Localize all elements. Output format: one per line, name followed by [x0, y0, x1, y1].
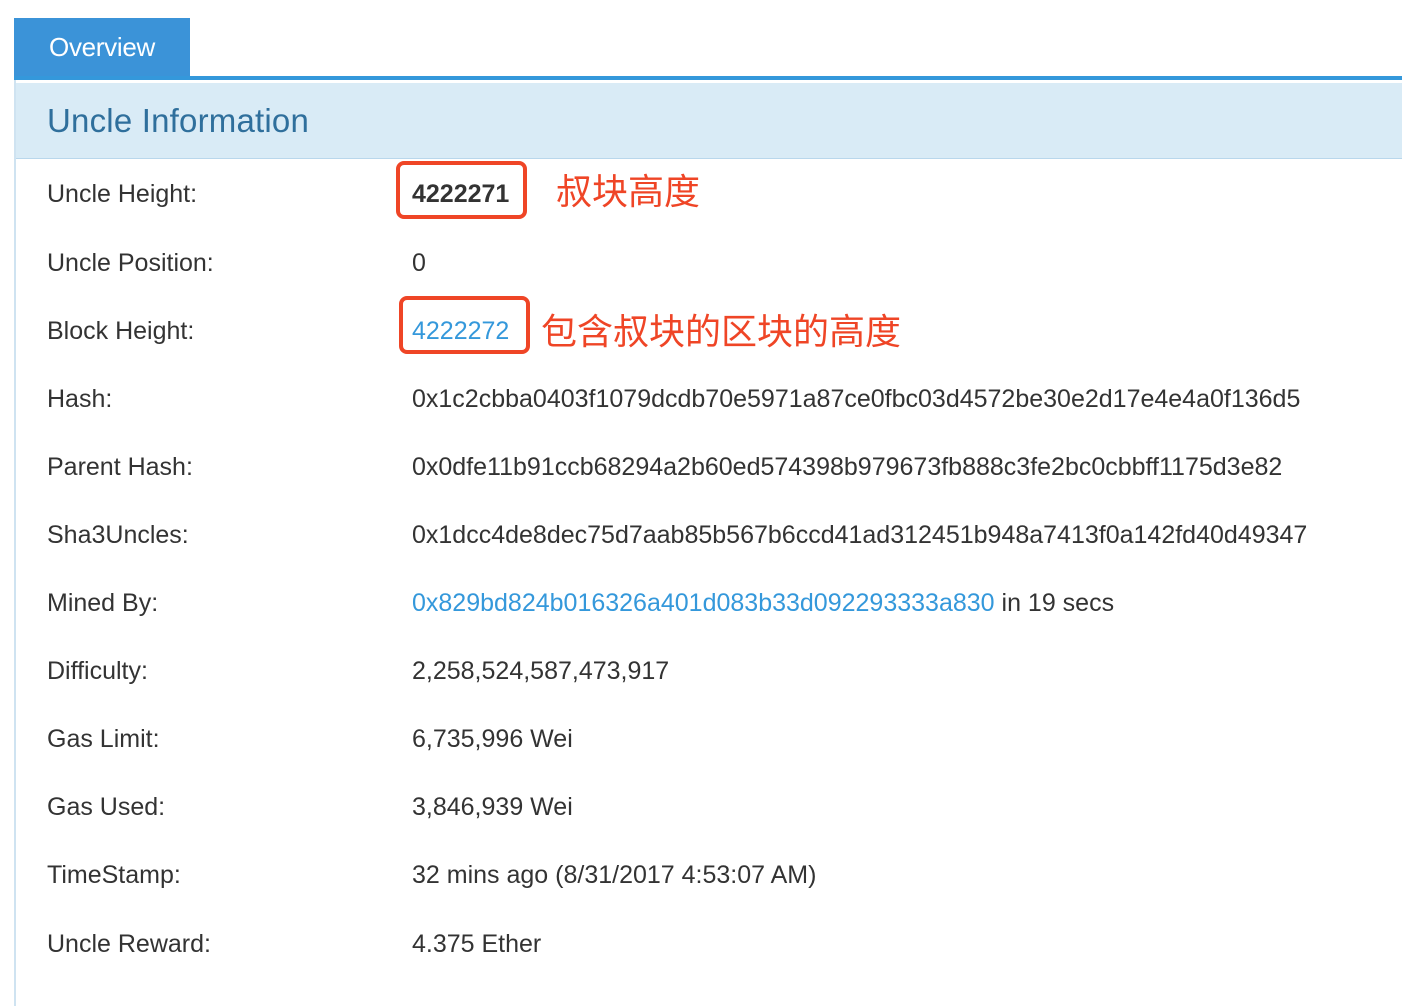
block-height-label: Block Height: — [47, 317, 195, 345]
uncle-position-value: 0 — [412, 249, 426, 277]
row-gas-used: Gas Used: 3,846,939 Wei — [16, 773, 1402, 841]
uncle-height-highlight-box — [396, 161, 527, 219]
row-uncle-height: Uncle Height: 4222271 — [16, 160, 1402, 228]
parent-hash-label: Parent Hash: — [47, 453, 193, 481]
row-uncle-position: Uncle Position: 0 — [16, 229, 1402, 297]
uncle-reward-label: Uncle Reward: — [47, 930, 211, 958]
sha3uncles-value: 0x1dcc4de8dec75d7aab85b567b6ccd41ad31245… — [412, 521, 1308, 549]
gas-limit-label: Gas Limit: — [47, 725, 160, 753]
row-uncle-reward: Uncle Reward: 4.375 Ether — [16, 910, 1402, 978]
block-height-highlight-box — [399, 296, 530, 354]
uncle-position-label: Uncle Position: — [47, 249, 214, 277]
difficulty-label: Difficulty: — [47, 657, 148, 685]
uncle-information-panel: Uncle Information Uncle Height: 4222271 … — [14, 80, 1402, 1006]
uncle-height-annotation: 叔块高度 — [556, 172, 701, 213]
tab-bar: Overview — [14, 18, 1402, 80]
panel-heading: Uncle Information — [16, 83, 1402, 159]
row-mined-by: Mined By: 0x829bd824b016326a401d083b33d0… — [16, 569, 1402, 637]
uncle-height-label: Uncle Height: — [47, 180, 198, 208]
row-gas-limit: Gas Limit: 6,735,996 Wei — [16, 705, 1402, 773]
miner-address-link[interactable]: 0x829bd824b016326a401d083b33d092293333a8… — [412, 589, 995, 617]
timestamp-value: 32 mins ago (8/31/2017 4:53:07 AM) — [412, 861, 817, 889]
tab-overview[interactable]: Overview — [14, 18, 190, 76]
row-hash: Hash: 0x1c2cbba0403f1079dcdb70e5971a87ce… — [16, 365, 1402, 433]
row-parent-hash: Parent Hash: 0x0dfe11b91ccb68294a2b60ed5… — [16, 433, 1402, 501]
row-sha3uncles: Sha3Uncles: 0x1dcc4de8dec75d7aab85b567b6… — [16, 501, 1402, 569]
timestamp-label: TimeStamp: — [47, 861, 181, 889]
mined-by-value: 0x829bd824b016326a401d083b33d092293333a8… — [412, 569, 1114, 637]
uncle-reward-value: 4.375 Ether — [412, 930, 542, 958]
hash-label: Hash: — [47, 385, 113, 413]
difficulty-value: 2,258,524,587,473,917 — [412, 657, 670, 685]
row-difficulty: Difficulty: 2,258,524,587,473,917 — [16, 637, 1402, 705]
parent-hash-value: 0x0dfe11b91ccb68294a2b60ed574398b979673f… — [412, 453, 1283, 481]
block-height-annotation: 包含叔块的区块的高度 — [541, 312, 902, 353]
panel-title: Uncle Information — [47, 102, 310, 139]
gas-used-value: 3,846,939 Wei — [412, 793, 573, 821]
gas-used-label: Gas Used: — [47, 793, 166, 821]
sha3uncles-label: Sha3Uncles: — [47, 521, 189, 549]
gas-limit-value: 6,735,996 Wei — [412, 725, 573, 753]
mined-by-label: Mined By: — [47, 589, 159, 617]
row-timestamp: TimeStamp: 32 mins ago (8/31/2017 4:53:0… — [16, 841, 1402, 909]
mined-time-text: in 19 secs — [994, 589, 1115, 617]
hash-value: 0x1c2cbba0403f1079dcdb70e5971a87ce0fbc03… — [412, 385, 1301, 413]
